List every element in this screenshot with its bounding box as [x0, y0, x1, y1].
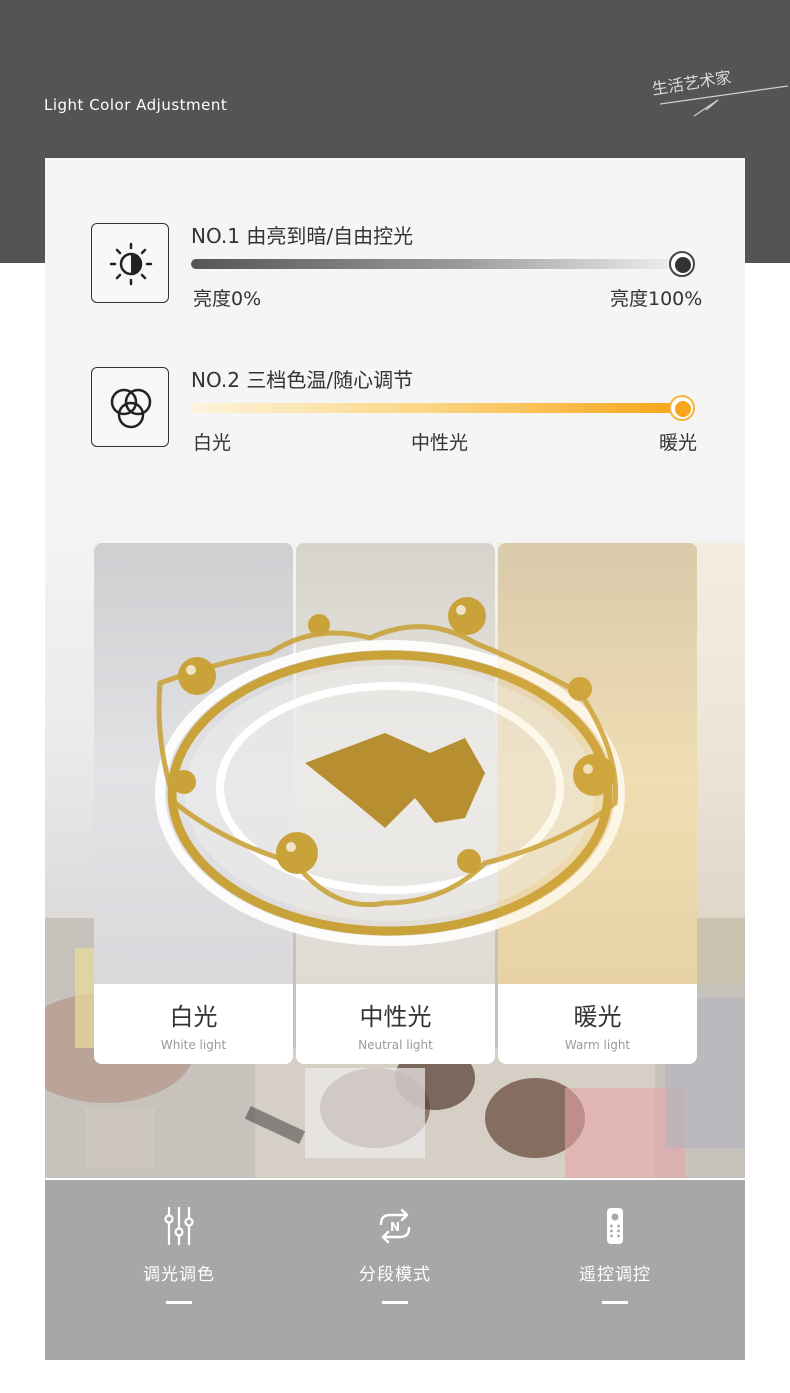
mode-name-en: Neutral light [358, 1038, 433, 1052]
white-light-label: 白光 [193, 432, 232, 454]
color-temperature-icon-box [91, 367, 169, 447]
brightness-max-label: 亮度100% [610, 288, 703, 310]
brand-signature: 生活艺术家 [648, 64, 788, 120]
feature-dimming[interactable]: 调光调色 [99, 1206, 259, 1304]
mode-name-en: White light [160, 1038, 227, 1052]
mode-card-warm-caption: 暖光 Warm light [498, 984, 697, 1064]
mode-name: 暖光 [573, 1003, 622, 1031]
feature-label: 调光调色 [143, 1265, 215, 1285]
brightness-min-label: 亮度0% [193, 288, 262, 310]
feature-underline [602, 1301, 628, 1304]
brightness-slider[interactable] [191, 259, 679, 269]
feature-underline [382, 1301, 408, 1304]
feature-underline [166, 1301, 192, 1304]
mode-name-en: Warm light [564, 1038, 631, 1052]
mode-name: 中性光 [359, 1003, 432, 1031]
mode-card-white-caption: 白光 White light [94, 984, 293, 1064]
row2-title: NO.2 三档色温/随心调节 [191, 368, 414, 392]
remote-control-icon [607, 1208, 623, 1244]
feature-band: 调光调色 N 分段模式 遥控调控 [45, 1180, 745, 1360]
brightness-slider-knob[interactable] [669, 251, 695, 277]
row1-title: NO.1 由亮到暗/自由控光 [191, 224, 414, 248]
color-temperature-slider[interactable] [191, 403, 679, 413]
crown-ceiling-lamp-image [155, 543, 745, 983]
feature-segment-mode[interactable]: N 分段模式 [315, 1206, 475, 1304]
mode-name: 白光 [169, 1003, 218, 1031]
brightness-icon-box [91, 223, 169, 303]
brightness-icon [109, 242, 153, 286]
mode-card-neutral-caption: 中性光 Neutral light [296, 984, 495, 1064]
feature-remote-control[interactable]: 遥控调控 [535, 1206, 695, 1304]
page-subtitle: Light Color Adjustment [44, 96, 228, 114]
content-panel: NO.1 由亮到暗/自由控光 亮度0% 亮度100% NO.2 三档色温/随心调… [45, 158, 745, 1178]
feature-label: 遥控调控 [579, 1265, 651, 1285]
cycle-mode-icon: N [379, 1208, 411, 1244]
color-temperature-icon [110, 388, 152, 429]
feature-label: 分段模式 [359, 1265, 431, 1285]
color-temperature-slider-knob[interactable] [669, 395, 695, 421]
warm-light-label: 暖光 [659, 432, 698, 454]
svg-text:N: N [390, 1220, 400, 1234]
neutral-light-label: 中性光 [411, 432, 469, 454]
sliders-icon [164, 1206, 194, 1246]
